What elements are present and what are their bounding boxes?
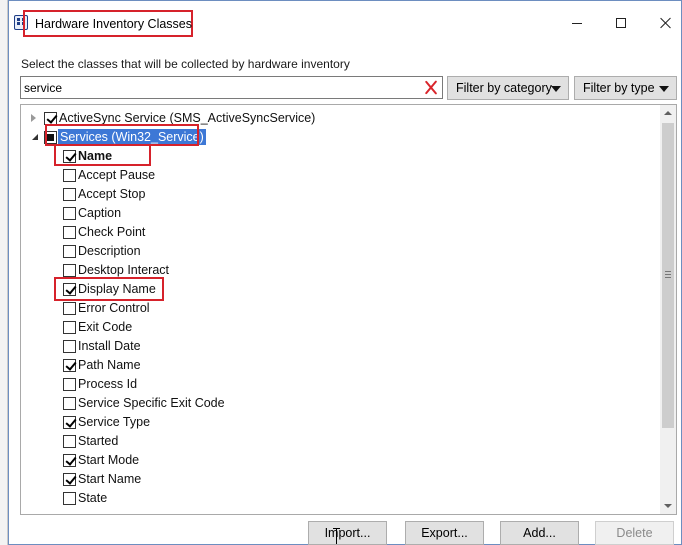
filter-type-label: Filter by type [583,81,655,95]
checkbox[interactable] [63,472,76,486]
checkbox[interactable] [63,396,76,410]
window-title: Hardware Inventory Classes [35,17,193,31]
collapse-arrow-icon[interactable] [32,134,38,140]
checkbox[interactable] [63,453,76,467]
property-item[interactable]: Install Date [63,337,141,355]
checkbox[interactable] [63,263,76,277]
property-item[interactable]: Check Point [63,223,145,241]
close-button[interactable] [644,9,682,37]
property-item[interactable]: Service Specific Exit Code [63,394,225,412]
property-item[interactable]: Start Name [63,470,141,488]
property-item[interactable]: Process Id [63,375,137,393]
checkbox[interactable] [63,434,76,448]
chevron-down-icon [551,86,561,92]
property-label: Service Specific Exit Code [78,396,225,410]
property-item[interactable]: Path Name [63,356,141,374]
property-label: Desktop Interact [78,263,170,277]
vertical-scrollbar[interactable] [660,105,676,514]
property-item[interactable]: Started [63,432,118,450]
filter-by-category-button[interactable]: Filter by category [447,76,569,100]
checkbox[interactable] [63,491,76,505]
property-item[interactable]: Display Name [63,280,156,298]
scroll-thumb[interactable] [662,123,674,428]
property-label: Process Id [78,377,138,391]
add-button[interactable]: Add... [500,521,579,545]
checkbox[interactable] [63,415,76,429]
property-item[interactable]: Description [63,242,141,260]
checkbox[interactable] [63,206,76,220]
property-label: Start Mode [78,453,140,467]
checkbox[interactable] [63,320,76,334]
background-window-edge [0,0,8,545]
instruction-text: Select the classes that will be collecte… [21,57,350,71]
grip-line [665,274,671,275]
delete-button[interactable]: Delete [595,521,674,545]
search-input[interactable] [24,79,416,96]
filter-by-type-button[interactable]: Filter by type [574,76,677,100]
tree-node-activesync[interactable]: ActiveSync Service (SMS_ActiveSyncServic… [31,109,315,127]
property-item[interactable]: Accept Pause [63,166,155,184]
minimize-button[interactable] [555,9,599,37]
checkbox[interactable] [63,168,76,182]
property-label: Started [78,434,119,448]
property-item[interactable]: Accept Stop [63,185,145,203]
property-label: Display Name [78,282,156,296]
scroll-down-arrow-icon[interactable] [664,504,672,508]
property-item[interactable]: Start Mode [63,451,139,469]
class-tree[interactable]: ActiveSync Service (SMS_ActiveSyncServic… [20,104,677,515]
property-label: Start Name [78,472,142,486]
property-label: Accept Pause [78,168,156,182]
minimize-icon [572,22,582,24]
checkbox[interactable] [63,377,76,391]
maximize-button[interactable] [599,9,643,37]
checkbox[interactable] [63,282,76,296]
checkbox[interactable] [63,187,76,201]
property-label: Install Date [78,339,141,353]
scroll-up-arrow-icon[interactable] [664,111,672,115]
import-button[interactable]: Import... [308,521,387,545]
grip-line [665,277,671,278]
checkbox[interactable] [63,244,76,258]
property-label: Path Name [78,358,141,372]
checkbox[interactable] [44,111,57,125]
property-item[interactable]: Service Type [63,413,150,431]
property-item[interactable]: State [63,489,107,507]
property-item[interactable]: Caption [63,204,121,222]
clear-search-icon[interactable] [424,80,439,95]
property-label: Description [78,244,141,258]
property-item[interactable]: Error Control [63,299,150,317]
hardware-inventory-dialog: Hardware Inventory Classes Select the cl… [8,0,682,545]
filter-category-label: Filter by category [456,81,552,95]
property-item[interactable]: Name [63,147,112,165]
checkbox[interactable] [63,149,76,163]
property-item[interactable]: Exit Code [63,318,132,336]
property-label: Service Type [78,415,151,429]
close-icon [660,17,672,29]
maximize-icon [616,18,626,28]
tree-node-label: ActiveSync Service (SMS_ActiveSyncServic… [59,111,316,125]
property-label: State [78,491,108,505]
expand-arrow-icon[interactable] [31,114,36,122]
checkbox[interactable] [44,130,57,144]
property-label: Exit Code [78,320,133,334]
property-label: Error Control [78,301,150,315]
property-label: Accept Stop [78,187,146,201]
title-bar: Hardware Inventory Classes [9,1,681,45]
checkbox[interactable] [63,301,76,315]
property-label: Name [78,149,113,163]
tree-node-services[interactable]: Services (Win32_Service) [31,128,206,146]
text-cursor-icon [333,528,341,545]
export-button[interactable]: Export... [405,521,484,545]
property-label: Caption [78,206,122,220]
tree-node-label: Services (Win32_Service) [58,129,206,145]
search-box [20,76,443,99]
property-item[interactable]: Desktop Interact [63,261,169,279]
property-label: Check Point [78,225,146,239]
checkbox[interactable] [63,225,76,239]
checkbox[interactable] [63,339,76,353]
checkbox[interactable] [63,358,76,372]
grip-line [665,271,671,272]
chevron-down-icon [659,86,669,92]
